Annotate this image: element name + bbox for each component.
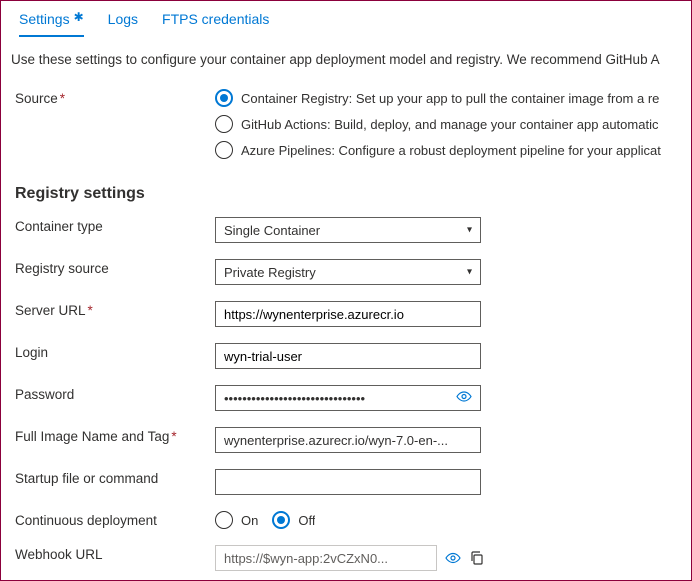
webhook-row: Webhook URL https://$wyn-app:2vCZxN0... — [1, 537, 691, 579]
tabs: Settings ✱ Logs FTPS credentials — [1, 1, 691, 38]
radio-icon — [272, 511, 290, 529]
password-input[interactable]: ••••••••••••••••••••••••••••••• — [215, 385, 481, 411]
startup-label: Startup file or command — [15, 469, 215, 486]
container-type-row: Container type Single Container ▾ — [1, 209, 691, 251]
webhook-label: Webhook URL — [15, 545, 215, 562]
tab-ftps[interactable]: FTPS credentials — [162, 11, 269, 37]
cd-off-label: Off — [298, 513, 315, 528]
source-option-gh-label: GitHub Actions: Build, deploy, and manag… — [241, 117, 658, 132]
cd-option-off[interactable]: Off — [272, 511, 315, 529]
show-password-icon[interactable] — [456, 389, 472, 408]
full-image-label: Full Image Name and Tag* — [15, 427, 215, 444]
container-type-label: Container type — [15, 217, 215, 234]
tab-dirty-indicator: ✱ — [74, 10, 84, 24]
source-option-cr-label: Container Registry: Set up your app to p… — [241, 91, 659, 106]
webhook-url-display: https://$wyn-app:2vCZxN0... — [215, 545, 437, 571]
cd-row: Continuous deployment On Off — [1, 503, 691, 537]
password-label: Password — [15, 385, 215, 402]
startup-row: Startup file or command — [1, 461, 691, 503]
intro-text: Use these settings to configure your con… — [1, 38, 691, 81]
login-row: Login — [1, 335, 691, 377]
registry-source-select[interactable]: Private Registry ▾ — [215, 259, 481, 285]
login-field[interactable] — [224, 349, 472, 364]
radio-icon — [215, 115, 233, 133]
tab-logs[interactable]: Logs — [108, 11, 138, 37]
source-option-az-label: Azure Pipelines: Configure a robust depl… — [241, 143, 661, 158]
cd-on-label: On — [241, 513, 258, 528]
chevron-down-icon: ▾ — [467, 225, 472, 236]
startup-field[interactable] — [224, 475, 472, 490]
source-option-github-actions[interactable]: GitHub Actions: Build, deploy, and manag… — [215, 115, 691, 133]
source-option-azure-pipelines[interactable]: Azure Pipelines: Configure a robust depl… — [215, 141, 691, 159]
login-label: Login — [15, 343, 215, 360]
chevron-down-icon: ▾ — [467, 267, 472, 278]
password-row: Password ••••••••••••••••••••••••••••••• — [1, 377, 691, 419]
server-url-input[interactable] — [215, 301, 481, 327]
container-type-select[interactable]: Single Container ▾ — [215, 217, 481, 243]
webhook-url-value: https://$wyn-app:2vCZxN0... — [224, 551, 428, 566]
registry-source-value: Private Registry — [224, 265, 316, 280]
full-image-row: Full Image Name and Tag* wynenterprise.a… — [1, 419, 691, 461]
radio-icon — [215, 89, 233, 107]
tab-settings-label: Settings — [19, 11, 70, 27]
source-options: Container Registry: Set up your app to p… — [215, 89, 691, 159]
full-image-value: wynenterprise.azurecr.io/wyn-7.0-en-... — [224, 433, 472, 448]
tab-settings[interactable]: Settings ✱ — [19, 11, 84, 37]
container-type-value: Single Container — [224, 223, 320, 238]
registry-settings-heading: Registry settings — [1, 167, 691, 209]
login-input[interactable] — [215, 343, 481, 369]
source-option-container-registry[interactable]: Container Registry: Set up your app to p… — [215, 89, 691, 107]
password-value: ••••••••••••••••••••••••••••••• — [224, 391, 448, 406]
startup-input[interactable] — [215, 469, 481, 495]
full-image-input[interactable]: wynenterprise.azurecr.io/wyn-7.0-en-... — [215, 427, 481, 453]
server-url-row: Server URL* — [1, 293, 691, 335]
source-row: Source* Container Registry: Set up your … — [1, 81, 691, 167]
registry-source-label: Registry source — [15, 259, 215, 276]
source-label: Source* — [15, 89, 215, 106]
reveal-webhook-icon[interactable] — [445, 550, 461, 566]
server-url-field[interactable] — [224, 307, 472, 322]
copy-webhook-icon[interactable] — [469, 550, 485, 566]
cd-option-on[interactable]: On — [215, 511, 258, 529]
radio-icon — [215, 511, 233, 529]
server-url-label: Server URL* — [15, 301, 215, 318]
radio-icon — [215, 141, 233, 159]
registry-source-row: Registry source Private Registry ▾ — [1, 251, 691, 293]
cd-label: Continuous deployment — [15, 511, 215, 528]
